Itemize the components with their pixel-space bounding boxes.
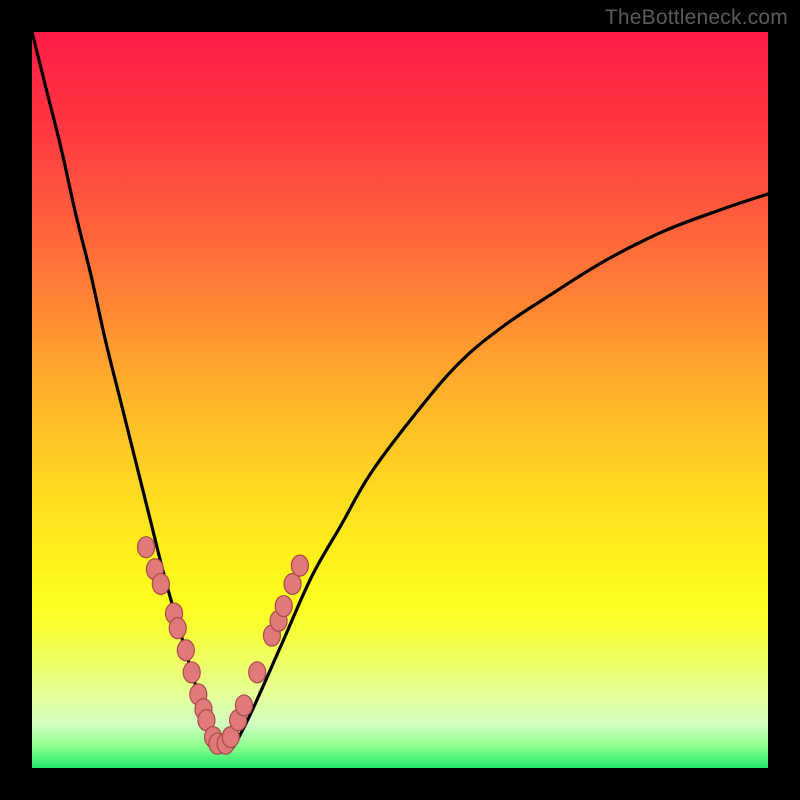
data-marker [235, 695, 252, 716]
bottleneck-curve [32, 32, 768, 753]
plot-area [32, 32, 768, 768]
chart-frame: TheBottleneck.com [0, 0, 800, 800]
watermark-text: TheBottleneck.com [605, 6, 788, 30]
data-marker [183, 662, 200, 683]
data-marker [275, 596, 292, 617]
data-marker [284, 574, 301, 595]
data-marker [169, 618, 186, 639]
data-marker [152, 574, 169, 595]
data-marker [249, 662, 266, 683]
data-marker [177, 640, 194, 661]
data-marker [138, 537, 155, 558]
chart-svg [32, 32, 768, 768]
data-marker [291, 555, 308, 576]
